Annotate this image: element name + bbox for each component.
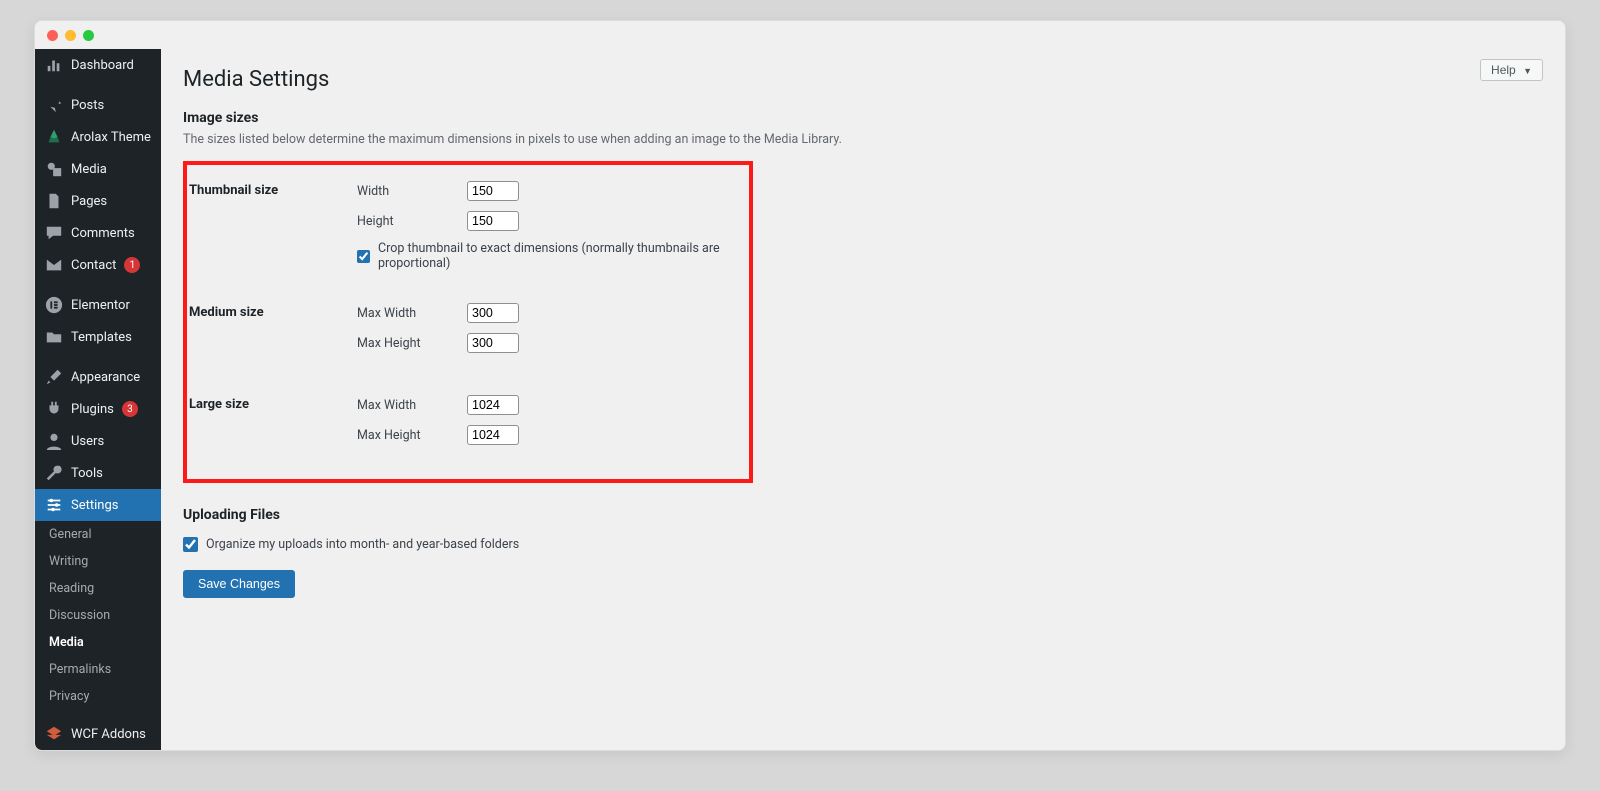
sidebar-item-label: Settings (71, 498, 118, 513)
large-max-width-input[interactable] (467, 395, 519, 415)
thumbnail-width-input[interactable] (467, 181, 519, 201)
window-close-dot[interactable] (47, 30, 58, 41)
media-icon (45, 160, 63, 178)
section-heading-image-sizes: Image sizes (183, 110, 1543, 126)
sidebar-item-label: Users (71, 434, 104, 449)
help-toggle[interactable]: Help ▼ (1480, 59, 1543, 81)
settings-sub-permalinks[interactable]: Permalinks (35, 656, 161, 683)
page-title: Media Settings (183, 67, 1543, 92)
theme-icon (45, 128, 63, 146)
addons-icon (45, 725, 63, 743)
sidebar-item-label: WCF Addons (71, 727, 146, 742)
sidebar-item-templates[interactable]: Templates (35, 321, 161, 353)
thumbnail-height-label: Height (357, 214, 455, 229)
medium-max-width-input[interactable] (467, 303, 519, 323)
medium-size-label: Medium size (187, 297, 357, 369)
sidebar-item-tools[interactable]: Tools (35, 457, 161, 489)
chevron-down-icon: ▼ (1523, 66, 1532, 76)
thumbnail-size-label: Thumbnail size (187, 175, 357, 277)
settings-sub-privacy[interactable]: Privacy (35, 683, 161, 710)
thumbnail-crop-label: Crop thumbnail to exact dimensions (norm… (378, 241, 733, 271)
large-max-width-label: Max Width (357, 398, 455, 413)
sidebar-item-settings[interactable]: Settings (35, 489, 161, 521)
thumbnail-crop-checkbox[interactable] (357, 249, 370, 264)
sidebar-item-label: Elementor (71, 298, 130, 313)
sidebar-item-users[interactable]: Users (35, 425, 161, 457)
sidebar-item-posts[interactable]: Posts (35, 89, 161, 121)
large-max-height-input[interactable] (467, 425, 519, 445)
sidebar-item-plugins[interactable]: Plugins 3 (35, 393, 161, 425)
sidebar-item-label: Templates (71, 330, 132, 345)
dashboard-icon (45, 56, 63, 74)
thumbnail-height-input[interactable] (467, 211, 519, 231)
thumbnail-width-label: Width (357, 184, 455, 199)
sidebar-item-contact[interactable]: Contact 1 (35, 249, 161, 281)
sidebar-item-label: Comments (71, 226, 135, 241)
wrench-icon (45, 464, 63, 482)
sidebar-item-appearance[interactable]: Appearance (35, 361, 161, 393)
plug-icon (45, 400, 63, 418)
page-icon (45, 192, 63, 210)
sidebar-item-label: Appearance (71, 370, 140, 385)
image-sizes-description: The sizes listed below determine the max… (183, 132, 1543, 147)
window-minimize-dot[interactable] (65, 30, 76, 41)
sidebar-item-media[interactable]: Media (35, 153, 161, 185)
brush-icon (45, 368, 63, 386)
window-titlebar (35, 21, 1565, 49)
medium-max-height-label: Max Height (357, 336, 455, 351)
folder-icon (45, 328, 63, 346)
sidebar-item-comments[interactable]: Comments (35, 217, 161, 249)
organize-uploads-label: Organize my uploads into month- and year… (206, 537, 519, 552)
settings-sub-writing[interactable]: Writing (35, 548, 161, 575)
window-maximize-dot[interactable] (83, 30, 94, 41)
browser-window: Dashboard Posts Arolax Theme Media Pages (34, 20, 1566, 751)
admin-sidebar: Dashboard Posts Arolax Theme Media Pages (35, 49, 161, 750)
pin-icon (45, 96, 63, 114)
image-sizes-highlight: Thumbnail size Width Height (183, 161, 753, 483)
save-changes-button[interactable]: Save Changes (183, 570, 295, 598)
organize-uploads-checkbox[interactable] (183, 537, 198, 552)
sidebar-item-label: Dashboard (71, 58, 134, 73)
sidebar-item-wcf-addons[interactable]: WCF Addons (35, 718, 161, 750)
sidebar-item-label: Pages (71, 194, 107, 209)
elementor-icon (45, 296, 63, 314)
settings-sub-reading[interactable]: Reading (35, 575, 161, 602)
settings-sub-general[interactable]: General (35, 521, 161, 548)
sidebar-item-label: Contact (71, 258, 116, 273)
sidebar-badge-contact: 1 (124, 257, 140, 273)
sidebar-item-label: Tools (71, 466, 103, 481)
sidebar-item-label: Media (71, 162, 107, 177)
comment-icon (45, 224, 63, 242)
settings-page: Help ▼ Media Settings Image sizes The si… (161, 49, 1565, 750)
sliders-icon (45, 496, 63, 514)
medium-max-height-input[interactable] (467, 333, 519, 353)
section-heading-uploading: Uploading Files (183, 507, 1543, 523)
large-max-height-label: Max Height (357, 428, 455, 443)
help-label: Help (1491, 63, 1516, 77)
user-icon (45, 432, 63, 450)
settings-sub-media[interactable]: Media (35, 629, 161, 656)
sidebar-item-arolax-theme[interactable]: Arolax Theme (35, 121, 161, 153)
envelope-icon (45, 256, 63, 274)
sidebar-item-label: Plugins (71, 402, 114, 417)
sidebar-item-label: Arolax Theme (71, 130, 151, 145)
medium-max-width-label: Max Width (357, 306, 455, 321)
large-size-label: Large size (187, 389, 357, 461)
sidebar-item-elementor[interactable]: Elementor (35, 289, 161, 321)
sidebar-badge-plugins: 3 (122, 401, 138, 417)
sidebar-item-dashboard[interactable]: Dashboard (35, 49, 161, 81)
sidebar-item-pages[interactable]: Pages (35, 185, 161, 217)
settings-sub-discussion[interactable]: Discussion (35, 602, 161, 629)
sidebar-item-label: Posts (71, 98, 104, 113)
